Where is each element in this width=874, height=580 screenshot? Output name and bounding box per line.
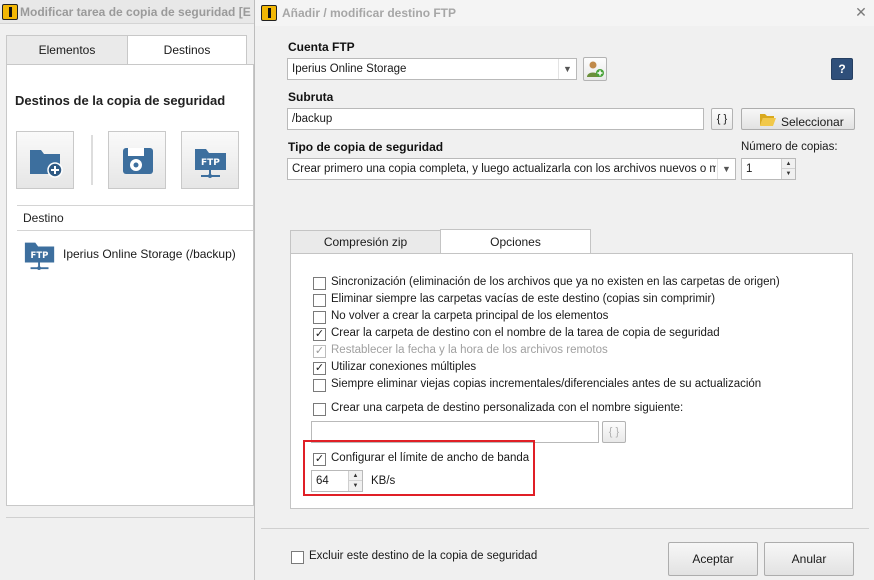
add-disk-destination-button[interactable] bbox=[108, 131, 166, 189]
background-tabs: Elementos Destinos bbox=[6, 35, 248, 66]
bandwidth-highlight-box bbox=[303, 440, 535, 496]
subpath-label: Subruta bbox=[288, 90, 334, 104]
backup-type-select[interactable]: Crear primero una copia completa, y lueg… bbox=[287, 158, 736, 180]
ftp-account-label: Cuenta FTP bbox=[288, 40, 355, 54]
ftp-folder-icon: FTP bbox=[195, 149, 226, 178]
tab-destinos[interactable]: Destinos bbox=[127, 35, 247, 66]
stepper-down-icon[interactable]: ▼ bbox=[782, 169, 795, 179]
chevron-down-icon: ▼ bbox=[717, 159, 735, 179]
list-item-label: Iperius Online Storage (/backup) bbox=[63, 247, 236, 261]
no-main-folder-label: No volver a crear la carpeta principal d… bbox=[331, 310, 609, 322]
multiple-connections-checkbox[interactable]: ✓ bbox=[313, 362, 326, 375]
custom-folder-variables-button: { } bbox=[602, 421, 626, 443]
backup-type-value: Crear primero una copia completa, y lueg… bbox=[292, 163, 716, 175]
destinations-panel-title: Destinos de la copia de seguridad bbox=[15, 93, 226, 108]
user-add-icon bbox=[587, 61, 604, 77]
folder-open-icon bbox=[760, 114, 776, 126]
add-folder-destination-button[interactable] bbox=[16, 131, 74, 189]
add-ftp-destination-button[interactable]: FTP bbox=[181, 131, 239, 189]
toolbar-separator bbox=[91, 135, 93, 185]
disk-drive-icon bbox=[123, 148, 153, 174]
exclude-destination-checkbox[interactable] bbox=[291, 551, 304, 564]
ftp-folder-icon: FTP bbox=[24, 242, 55, 271]
svg-text:FTP: FTP bbox=[201, 158, 220, 168]
iperius-logo-icon bbox=[2, 4, 18, 20]
delete-old-copies-checkbox[interactable] bbox=[313, 379, 326, 392]
dialog-titlebar: Añadir / modificar destino FTP ✕ bbox=[255, 0, 874, 26]
folder-task-name-checkbox[interactable]: ✓ bbox=[313, 328, 326, 341]
accept-button[interactable]: Aceptar bbox=[668, 542, 758, 576]
cancel-button[interactable]: Anular bbox=[764, 542, 854, 576]
backup-type-label: Tipo de copia de seguridad bbox=[288, 140, 444, 154]
delete-old-copies-label: Siempre eliminar viejas copias increment… bbox=[331, 378, 762, 390]
no-main-folder-checkbox[interactable] bbox=[313, 311, 326, 324]
background-titlebar: Modificar tarea de copia de seguridad [E bbox=[0, 0, 262, 24]
copies-value: 1 bbox=[746, 163, 753, 175]
background-window: Modificar tarea de copia de seguridad [E… bbox=[0, 0, 262, 580]
destinations-panel: Destinos de la copia de seguridad FTP De… bbox=[6, 64, 254, 506]
dialog-title: Añadir / modificar destino FTP bbox=[282, 6, 457, 20]
subpath-input[interactable]: /backup bbox=[287, 108, 704, 130]
ftp-account-select[interactable]: Iperius Online Storage ▼ bbox=[287, 58, 577, 80]
subpath-variables-button[interactable]: { } bbox=[711, 108, 733, 130]
close-icon[interactable]: ✕ bbox=[853, 4, 869, 20]
background-divider bbox=[6, 517, 254, 518]
folder-task-name-label: Crear la carpeta de destino con el nombr… bbox=[331, 327, 720, 339]
multiple-connections-label: Utilizar conexiones múltiples bbox=[331, 361, 477, 373]
options-tabs: Compresión zip Opciones bbox=[290, 229, 591, 254]
manage-accounts-button[interactable] bbox=[583, 57, 607, 81]
list-item[interactable]: FTP Iperius Online Storage (/backup) bbox=[21, 237, 251, 271]
select-folder-label: Seleccionar bbox=[781, 115, 844, 129]
delete-empty-folders-checkbox[interactable] bbox=[313, 294, 326, 307]
ftp-account-value: Iperius Online Storage bbox=[292, 63, 407, 75]
folder-add-icon bbox=[30, 150, 63, 178]
tab-options[interactable]: Opciones bbox=[440, 229, 591, 254]
exclude-destination-label: Excluir este destino de la copia de segu… bbox=[309, 550, 538, 562]
custom-folder-label: Crear una carpeta de destino personaliza… bbox=[331, 402, 684, 414]
copies-label: Número de copias: bbox=[741, 141, 838, 153]
tab-zip-compression[interactable]: Compresión zip bbox=[290, 230, 441, 254]
custom-folder-checkbox[interactable] bbox=[313, 403, 326, 416]
svg-text:FTP: FTP bbox=[31, 251, 49, 261]
ftp-destination-dialog: Añadir / modificar destino FTP ✕ Cuenta … bbox=[254, 0, 874, 580]
copies-stepper[interactable]: 1 ▲ ▼ bbox=[741, 158, 796, 180]
select-folder-button[interactable]: Seleccionar bbox=[741, 108, 855, 130]
delete-empty-folders-label: Eliminar siempre las carpetas vacías de … bbox=[331, 293, 716, 305]
stepper-up-icon[interactable]: ▲ bbox=[782, 159, 795, 169]
restore-datetime-checkbox: ✓ bbox=[313, 345, 326, 358]
footer-divider bbox=[261, 528, 869, 529]
restore-datetime-label: Restablecer la fecha y la hora de los ar… bbox=[331, 344, 608, 356]
subpath-value: /backup bbox=[292, 113, 333, 125]
destination-list-header: Destino bbox=[17, 205, 253, 231]
sync-label: Sincronización (eliminación de los archi… bbox=[331, 276, 780, 288]
background-window-title: Modificar tarea de copia de seguridad [E bbox=[20, 5, 251, 19]
help-button[interactable]: ? bbox=[831, 58, 853, 80]
chevron-down-icon: ▼ bbox=[558, 59, 576, 79]
tab-elementos[interactable]: Elementos bbox=[6, 35, 128, 65]
iperius-logo-icon bbox=[261, 5, 277, 21]
sync-checkbox[interactable] bbox=[313, 277, 326, 290]
